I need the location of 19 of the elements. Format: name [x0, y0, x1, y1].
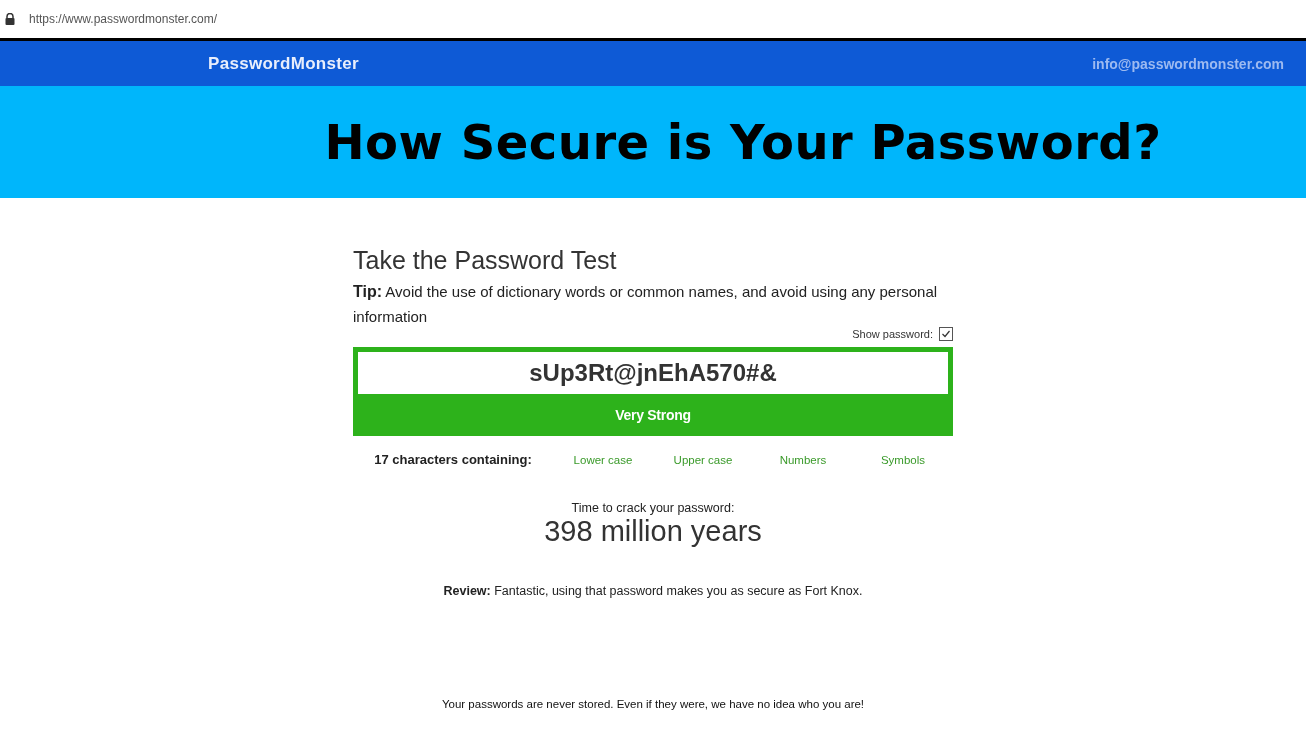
- character-class-label: Numbers: [778, 453, 828, 466]
- show-password-checkbox[interactable]: [939, 327, 953, 341]
- section-heading: Take the Password Test: [353, 246, 618, 275]
- privacy-note: Your passwords are never stored. Even if they were, we have no idea who you are!: [440, 698, 866, 710]
- lock-icon: [5, 13, 15, 25]
- show-password-label: Show password:: [852, 328, 933, 340]
- strength-label: Very Strong: [614, 406, 692, 425]
- tip-text: Tip: Avoid the use of dictionary words or common names, and avoid using any personal information: [353, 282, 939, 327]
- character-class-label: Lower case: [572, 453, 634, 466]
- review-text: Review: Fantastic, using that password makes you as secure as Fort Knox.: [442, 584, 864, 598]
- character-count: 17 characters containing:: [373, 452, 533, 467]
- url-text[interactable]: https://www.passwordmonster.com/: [29, 12, 218, 26]
- password-field[interactable]: sUp3Rt@jnEhA570#&: [358, 352, 948, 394]
- character-class-label: Symbols: [879, 453, 927, 466]
- crack-time-label: Time to crack your password:: [570, 501, 736, 515]
- hero-title: How Secure is Your Password?: [324, 114, 1162, 170]
- site-brand[interactable]: PasswordMonster: [208, 53, 359, 74]
- crack-time-value: 398 million years: [543, 515, 763, 548]
- character-class-label: Upper case: [672, 453, 734, 466]
